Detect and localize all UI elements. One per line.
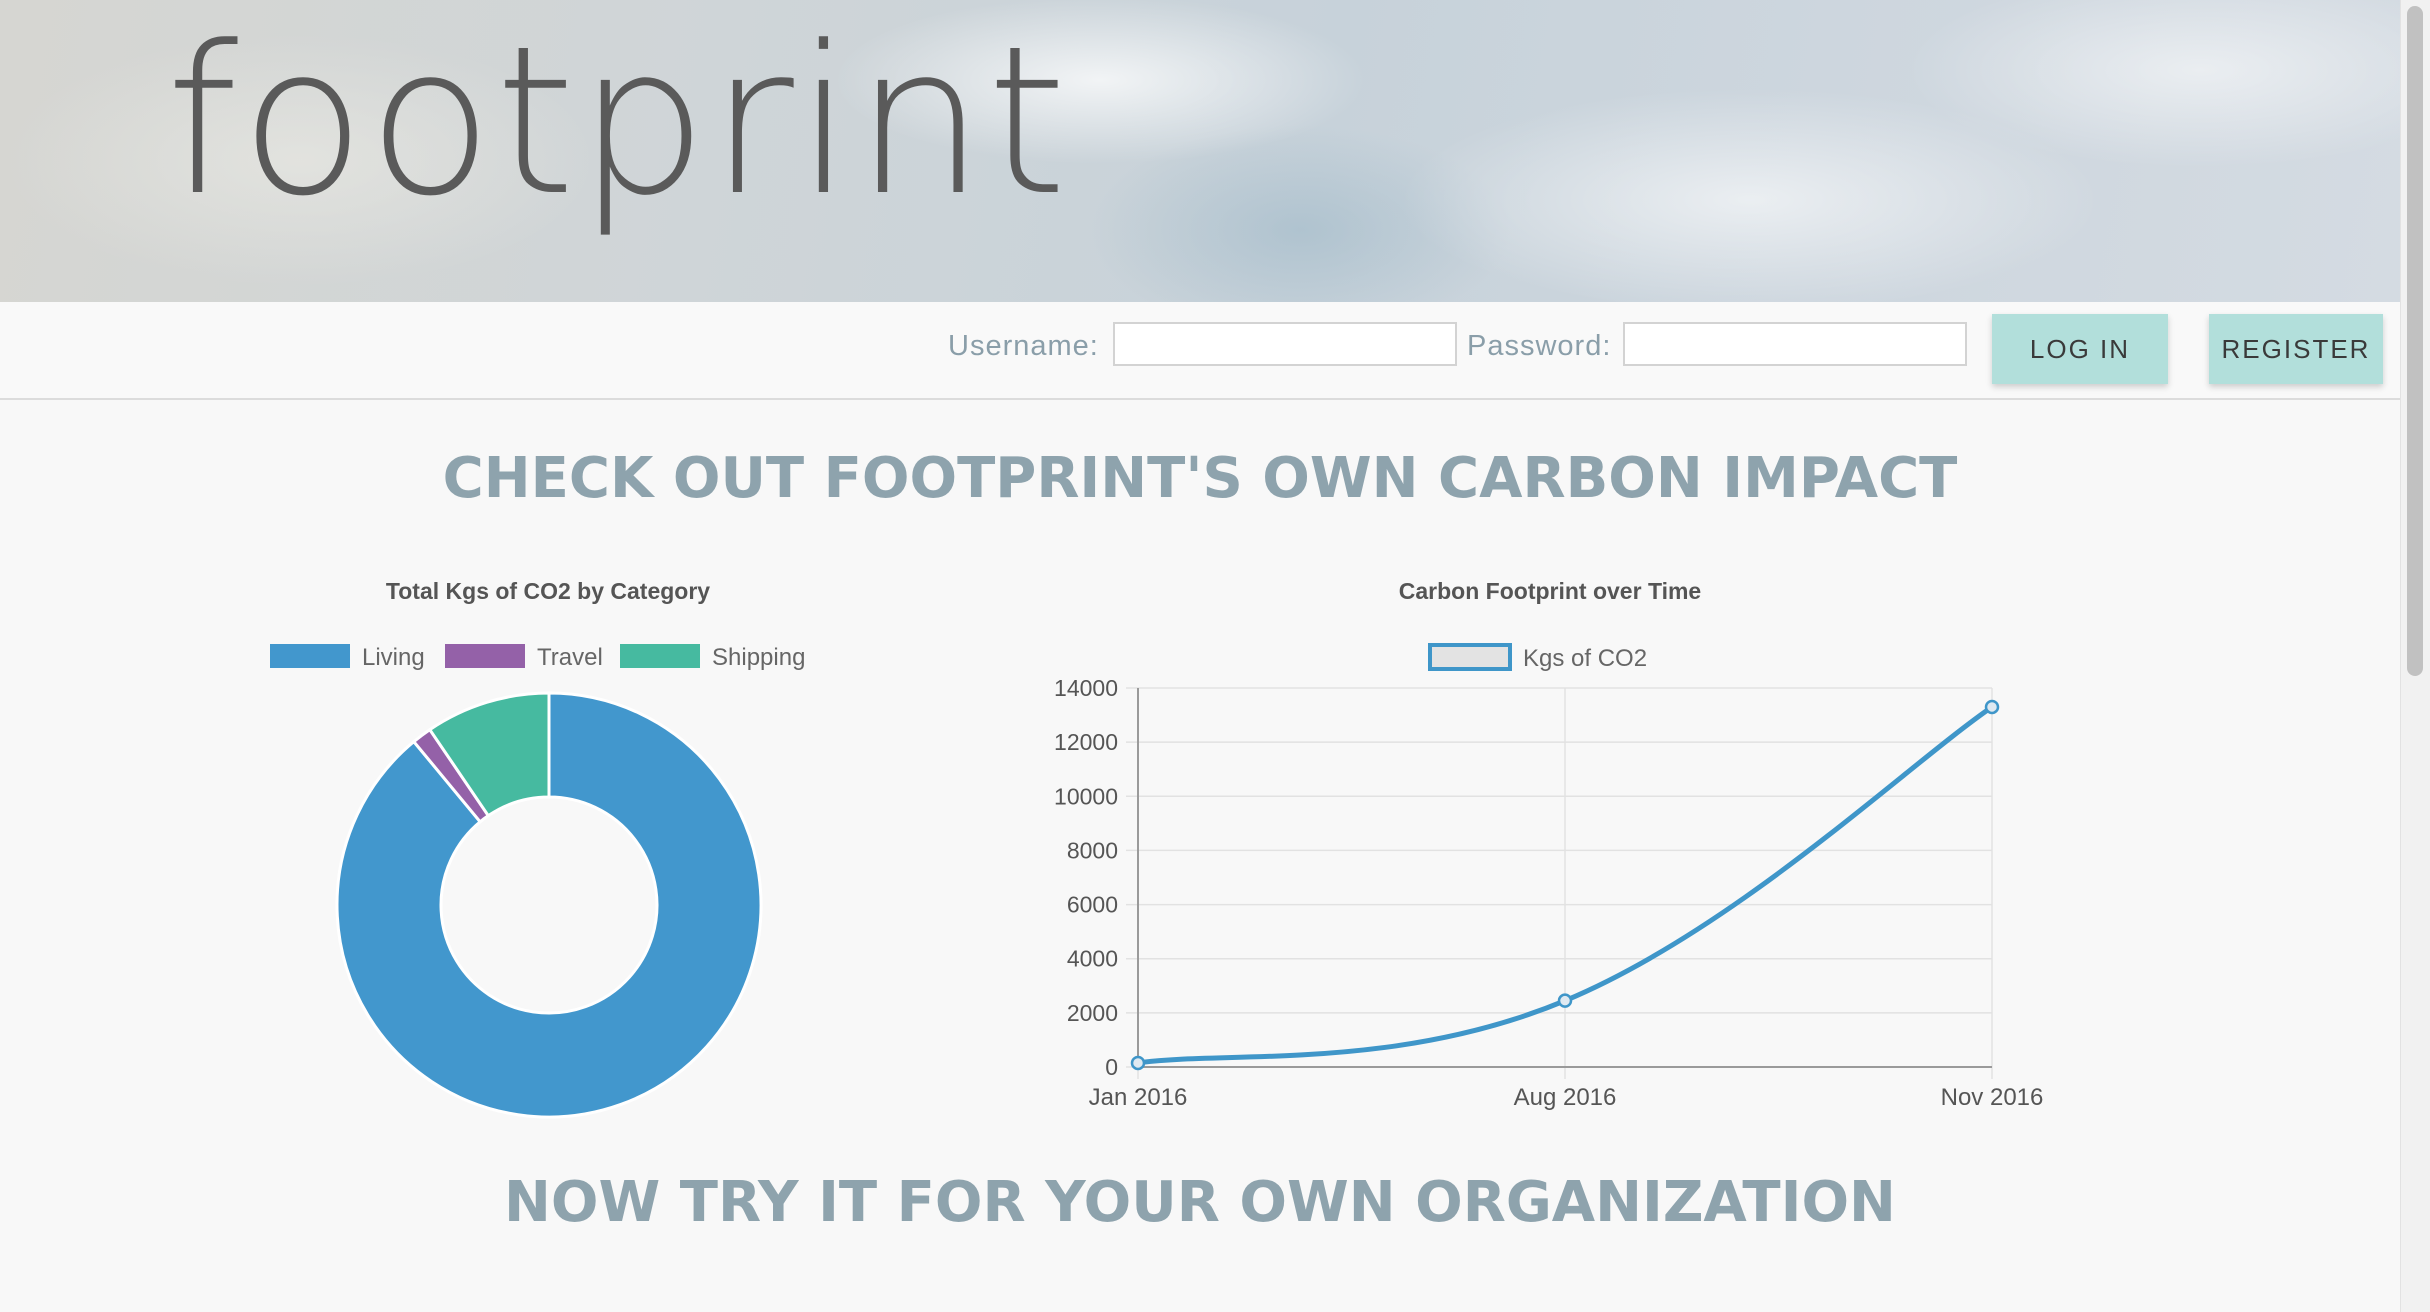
vertical-scrollbar[interactable]	[2400, 0, 2430, 1312]
y-tick-label: 0	[1105, 1054, 1118, 1080]
section-heading: NOW TRY IT FOR YOUR OWN ORGANIZATION	[504, 1170, 1896, 1235]
legend-label-kgs-of-co2[interactable]: Kgs of CO2	[1523, 645, 1647, 672]
y-tick-label: 6000	[1067, 892, 1118, 918]
legend-swatch-shipping[interactable]	[620, 644, 700, 668]
y-tick-label: 2000	[1067, 1000, 1118, 1026]
username-input[interactable]	[1113, 322, 1457, 366]
page-title: CHECK OUT FOOTPRINT'S OWN CARBON IMPACT	[442, 446, 1958, 511]
password-input[interactable]	[1623, 322, 1967, 366]
y-tick-label: 14000	[1054, 675, 1118, 701]
data-point-nov-2016[interactable]	[1984, 699, 2000, 715]
x-tick-label: Nov 2016	[1941, 1084, 2044, 1111]
scrollbar-thumb[interactable]	[2407, 6, 2423, 676]
legend-swatch-kgs-of-co2[interactable]	[1428, 643, 1512, 671]
donut-chart: Living Travel Shipping	[270, 644, 805, 1119]
donut-chart-title: Total Kgs of CO2 by Category	[385, 578, 711, 604]
legend-swatch-travel[interactable]	[445, 644, 525, 668]
password-label: Password:	[1467, 330, 1612, 362]
y-tick-label: 12000	[1054, 729, 1118, 755]
x-tick-label: Jan 2016	[1089, 1084, 1188, 1111]
legend-swatch-living[interactable]	[270, 644, 350, 668]
legend-label-living[interactable]: Living	[362, 644, 425, 671]
page: footprint Username: Password: LOG IN REG…	[0, 0, 2430, 1312]
y-tick-label: 8000	[1067, 837, 1118, 863]
y-tick-label: 10000	[1054, 783, 1118, 809]
x-tick-label: Aug 2016	[1514, 1084, 1617, 1111]
login-button[interactable]: LOG IN	[1992, 314, 2168, 384]
logo[interactable]: footprint	[166, 20, 1069, 225]
line-chart: Kgs of CO2 0 2000 4000 6000 8000 10000 12000 14…	[1054, 643, 2044, 1111]
register-button[interactable]: REGISTER	[2209, 314, 2383, 384]
header-banner: footprint	[0, 0, 2400, 302]
line-chart-title: Carbon Footprint over Time	[1398, 578, 1702, 604]
legend-label-travel[interactable]: Travel	[537, 644, 603, 671]
data-point-aug-2016[interactable]	[1557, 993, 1573, 1008]
data-point-jan-2016[interactable]	[1130, 1055, 1146, 1071]
y-tick-label: 4000	[1067, 946, 1118, 972]
legend-label-shipping[interactable]: Shipping	[712, 644, 805, 671]
username-label: Username:	[948, 330, 1099, 362]
